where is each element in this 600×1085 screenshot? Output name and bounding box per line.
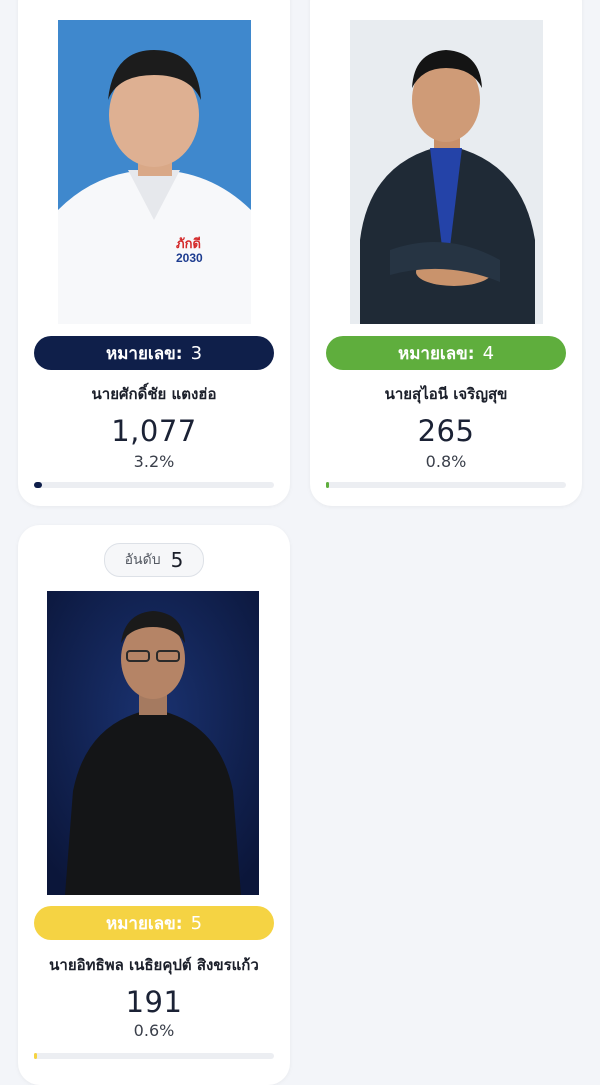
- vote-count: 1,077: [111, 414, 197, 448]
- vote-count: 191: [125, 985, 183, 1019]
- vote-percent: 0.6%: [133, 1021, 175, 1040]
- vote-progress-bar: [326, 482, 566, 488]
- badge-number: 5: [190, 912, 203, 934]
- svg-text:2030: 2030: [176, 251, 203, 265]
- rank-number: 5: [170, 548, 184, 572]
- candidate-card-4[interactable]: หมายเลข: 4 นายสุไอนี เจริญสุข 265 0.8%: [310, 0, 582, 506]
- candidate-card-3[interactable]: ภักดี 2030 หมายเลข: 3 นายศักดิ์ชัย แตงฮ่…: [18, 0, 290, 506]
- candidate-name: นายอิทธิพล เนธิยคุปต์ สิงขรแก้ว: [49, 956, 259, 974]
- vote-count: 265: [417, 414, 475, 448]
- vote-progress-fill: [34, 1053, 37, 1059]
- candidate-number-badge: หมายเลข: 3: [34, 336, 274, 370]
- vote-percent: 0.8%: [425, 452, 467, 471]
- badge-number: 4: [482, 342, 495, 364]
- candidate-photo: [47, 591, 259, 895]
- candidate-photo: ภักดี 2030: [58, 20, 251, 324]
- candidate-name: นายสุไอนี เจริญสุข: [384, 385, 508, 403]
- badge-label: หมายเลข:: [105, 343, 183, 364]
- candidate-card-5[interactable]: อันดับ 5 หมายเลข: 5 นายอิทธิพล เนธิยคุปต…: [18, 525, 290, 1085]
- candidate-photo: [350, 20, 543, 324]
- rank-pill: อันดับ 5: [104, 543, 204, 577]
- candidate-number-badge: หมายเลข: 4: [326, 336, 566, 370]
- shirt-logo: ภักดี: [176, 236, 201, 251]
- badge-label: หมายเลข:: [397, 343, 475, 364]
- vote-progress-fill: [34, 482, 42, 488]
- rank-label: อันดับ: [124, 552, 161, 568]
- vote-progress-fill: [326, 482, 329, 488]
- vote-progress-bar: [34, 1053, 274, 1059]
- candidate-name: นายศักดิ์ชัย แตงฮ่อ: [91, 385, 217, 403]
- vote-progress-bar: [34, 482, 274, 488]
- vote-percent: 3.2%: [133, 452, 175, 471]
- badge-label: หมายเลข:: [105, 913, 183, 934]
- candidate-number-badge: หมายเลข: 5: [34, 906, 274, 940]
- badge-number: 3: [190, 342, 203, 364]
